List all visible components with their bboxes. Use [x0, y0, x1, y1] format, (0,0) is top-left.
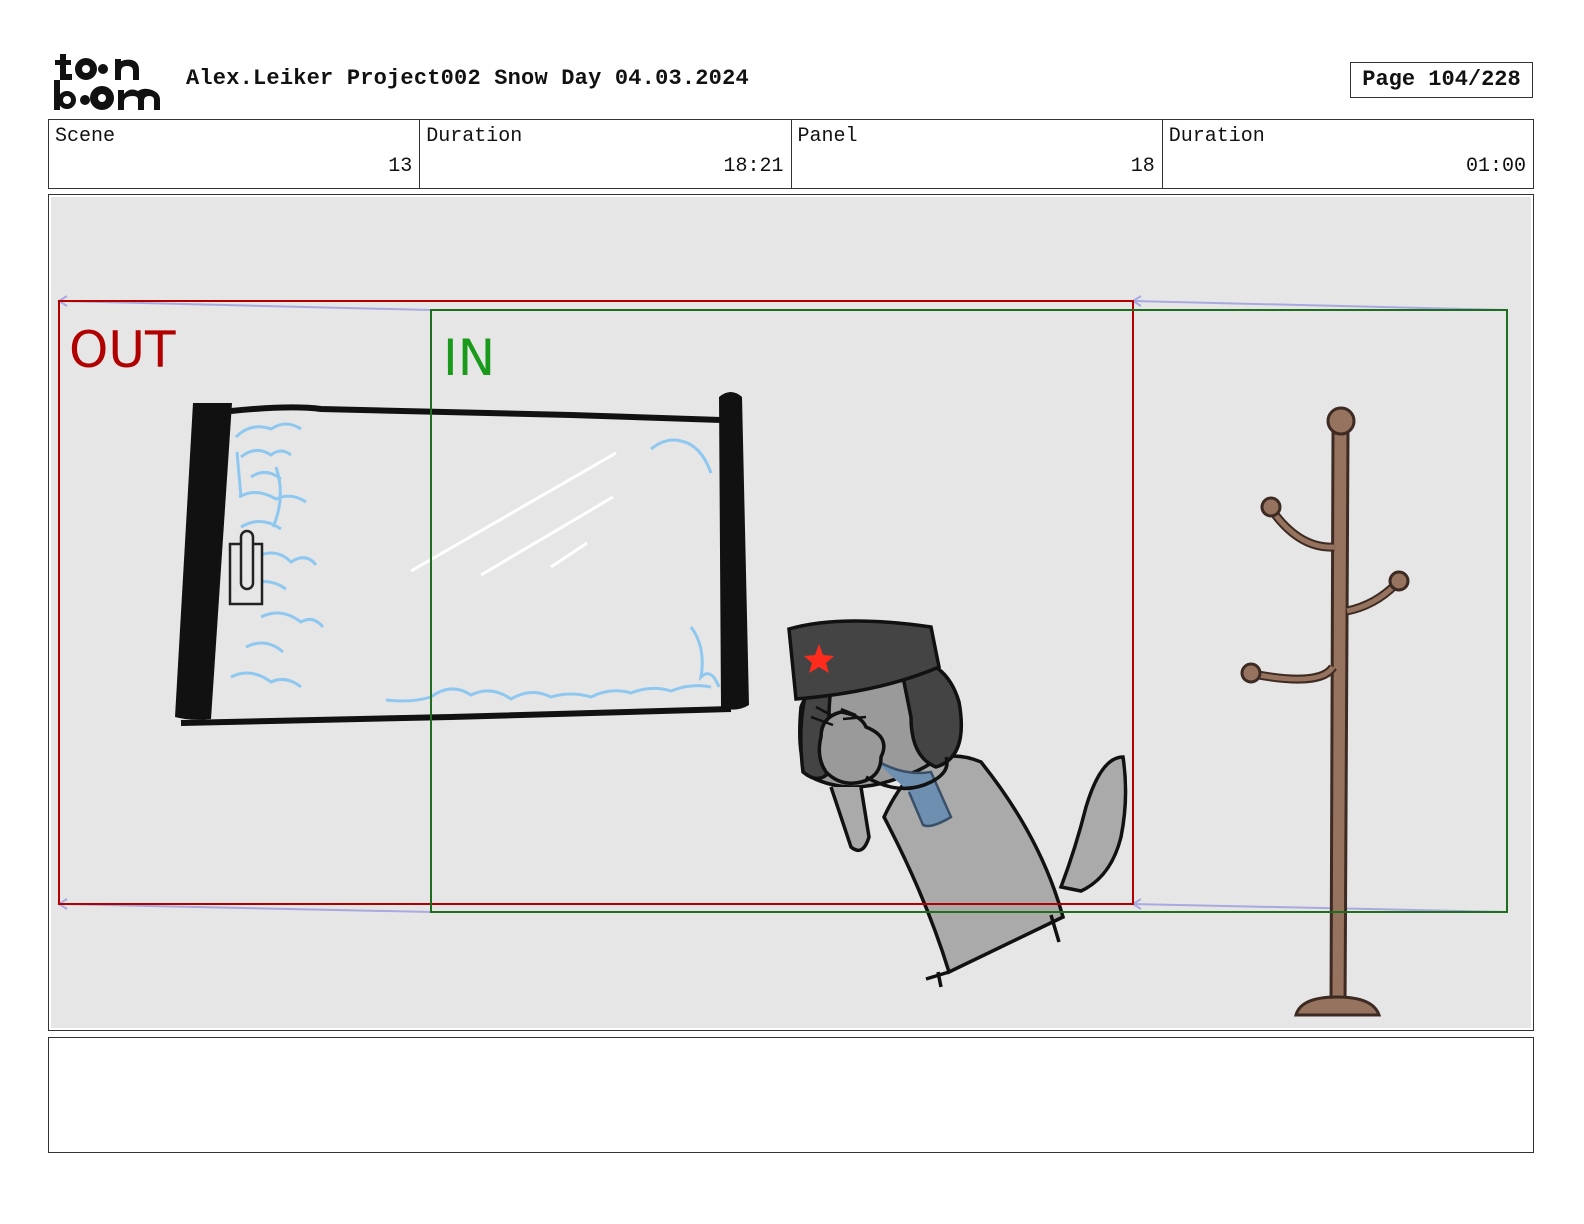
panel-duration-cell: Duration 01:00 — [1163, 120, 1533, 188]
panel-notes-box — [48, 1037, 1534, 1153]
scene-duration-value: 18:21 — [723, 155, 784, 178]
storyboard-info-table: Scene 13 Duration 18:21 Panel 18 Duratio… — [48, 119, 1534, 189]
panel-duration-label: Duration — [1168, 125, 1265, 148]
scene-value: 13 — [388, 155, 413, 178]
scene-duration-label: Duration — [426, 125, 523, 148]
toon-boom-logo — [54, 54, 160, 110]
panel-duration-value: 01:00 — [1465, 155, 1526, 178]
scene-cell: Scene 13 — [49, 120, 421, 188]
panel-cell: Panel 18 — [792, 120, 1163, 188]
in-label: IN — [443, 329, 495, 387]
project-title: Alex.Leiker Project002 Snow Day 04.03.20… — [186, 66, 749, 91]
scene-label: Scene — [55, 125, 116, 148]
scene-duration-cell: Duration 18:21 — [420, 120, 792, 188]
panel-label: Panel — [797, 125, 858, 148]
page-indicator: Page 104/228 — [1350, 62, 1533, 98]
panel-artwork: OUT IN — [51, 197, 1531, 1028]
panel-value: 18 — [1130, 155, 1155, 178]
out-label: OUT — [69, 321, 176, 379]
